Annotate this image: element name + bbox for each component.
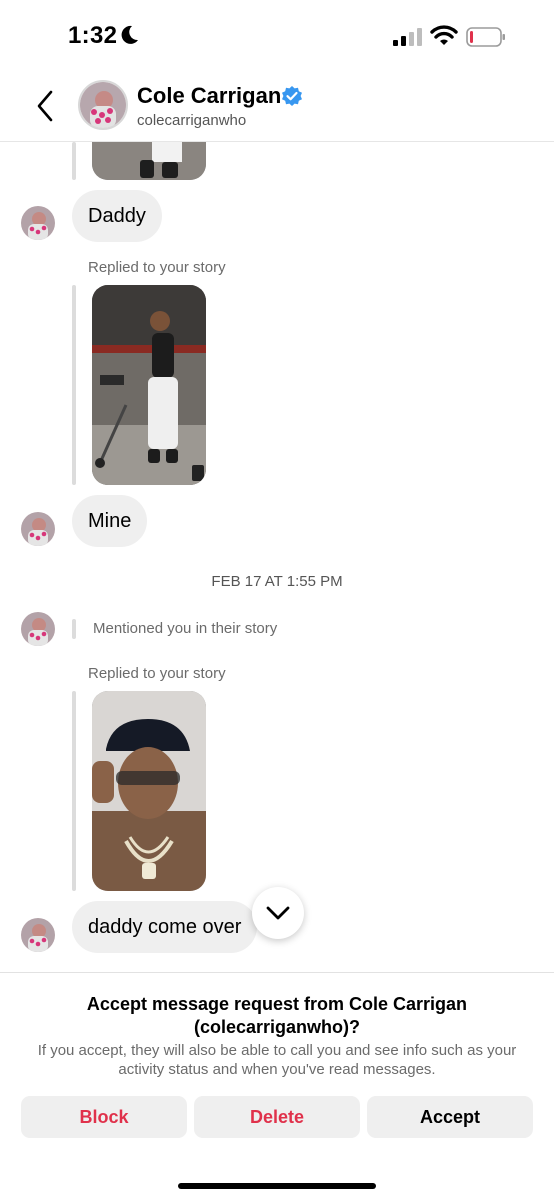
sender-avatar[interactable] [21,918,55,952]
request-divider [0,972,554,973]
scroll-to-bottom-button[interactable] [252,887,304,939]
story-reply-label: Replied to your story [88,665,226,682]
story-image [92,285,206,485]
signal-icon [393,28,422,46]
mention-quote-bar [72,619,76,639]
back-icon[interactable] [34,88,58,124]
story-image [92,691,206,891]
header-avatar[interactable] [78,80,128,130]
date-separator: FEB 17 AT 1:55 PM [211,573,343,590]
sender-avatar[interactable] [21,612,55,646]
chevron-down-icon [266,906,290,920]
story-thumbnail[interactable] [92,285,206,485]
avatar-image [80,82,126,128]
request-title: Accept message request from Cole Carriga… [86,994,468,1037]
block-button[interactable]: Block [21,1096,187,1138]
request-description: If you accept, they will also be able to… [37,1042,517,1078]
home-indicator[interactable] [178,1183,376,1189]
story-quote-bar [72,142,76,180]
battery-icon [466,27,505,47]
avatar-image [21,612,55,646]
delete-button[interactable]: Delete [194,1096,360,1138]
story-image [92,142,206,180]
message-bubble[interactable]: Daddy [72,190,162,242]
avatar-image [21,206,55,240]
story-quote-bar [72,691,76,891]
moon-icon [121,25,138,44]
header-divider [0,141,554,142]
contact-handle: colecarriganwho [137,112,247,129]
sender-avatar[interactable] [21,206,55,240]
story-thumbnail[interactable] [92,142,206,180]
verified-badge-icon [282,86,302,106]
avatar-image [21,512,55,546]
mention-text[interactable]: Mentioned you in their story [93,620,277,637]
story-reply-label: Replied to your story [88,259,226,276]
message-bubble[interactable]: Mine [72,495,148,547]
wifi-icon [430,25,458,45]
contact-name[interactable]: Cole Carrigan [137,83,281,109]
avatar-image [21,918,55,952]
story-thumbnail[interactable] [92,691,206,891]
story-quote-bar [72,285,76,485]
sender-avatar[interactable] [21,512,55,546]
accept-button[interactable]: Accept [367,1096,533,1138]
message-bubble[interactable]: daddy come over [72,901,258,953]
status-time: 1:32 [68,22,118,49]
